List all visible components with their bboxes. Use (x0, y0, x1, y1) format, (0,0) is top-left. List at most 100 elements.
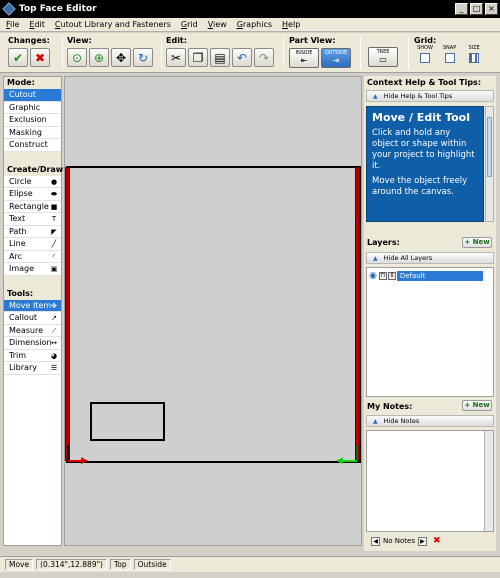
circle-label: Circle (9, 176, 32, 186)
status-face: Top (109, 559, 131, 570)
zoom-in-button[interactable]: ⊕ (89, 48, 109, 67)
new-note-button[interactable]: + New (462, 400, 492, 411)
arc-label: Arc (9, 251, 22, 261)
layer-row[interactable]: ◉ ⊓ ⇕ Default (367, 270, 493, 281)
collapse-triangle-icon: ▲ (373, 255, 378, 262)
hide-help-toggle[interactable]: ▲ Hide Help & Tool Tips (366, 90, 494, 102)
trim-label: Trim (9, 350, 27, 360)
mode-construct[interactable]: Construct (4, 139, 61, 152)
discard-changes-button[interactable]: ✖ (30, 48, 50, 67)
enter-icon: ⇤ (300, 56, 308, 65)
tool-library[interactable]: Library ☰ (4, 362, 61, 375)
accept-changes-button[interactable]: ✔ (8, 48, 28, 67)
tool-measure[interactable]: Measure ⟋ (4, 324, 61, 337)
view-group: View: ⊙ ⊕ ✥ ↻ (67, 36, 155, 67)
minimize-button[interactable]: _ (455, 3, 468, 15)
notes-area[interactable] (366, 430, 494, 532)
hide-help-label: Hide Help & Tool Tips (383, 92, 453, 100)
maximize-button[interactable]: □ (470, 3, 483, 15)
exit-icon: ⇥ (332, 56, 340, 65)
menu-graphics[interactable]: Graphics (237, 20, 272, 29)
create-rectangle[interactable]: Rectangle ■ (4, 200, 61, 213)
layers-list: ◉ ⊓ ⇕ Default (366, 267, 494, 397)
partview-label: Part View: (289, 36, 336, 45)
layer-name[interactable]: Default (396, 270, 483, 281)
outside-view-button[interactable]: OUTSIDE ⇥ (321, 48, 351, 68)
inside-view-button[interactable]: INSIDE ⇤ (289, 48, 319, 68)
notes-count-label: No Notes (383, 537, 415, 545)
rectangle-label: Rectangle (9, 201, 49, 211)
menu-grid[interactable]: Grid (181, 20, 198, 29)
design-canvas[interactable]: ▶ ◀ (64, 76, 362, 546)
zoom-fit-button[interactable]: ⊙ (67, 48, 87, 67)
create-text[interactable]: Text T (4, 213, 61, 226)
library-label: Library (9, 363, 37, 372)
hide-notes-toggle[interactable]: ▲ Hide Notes (366, 415, 494, 427)
create-path[interactable]: Path ◤ (4, 225, 61, 238)
copy-button[interactable]: ❐ (188, 48, 208, 67)
redo-button[interactable]: ↷ (254, 48, 274, 67)
tool-move-item[interactable]: Move Item ✥ (4, 299, 61, 312)
cut-button[interactable]: ✂ (166, 48, 186, 67)
delete-note-button[interactable]: ✖ (433, 536, 441, 546)
create-image[interactable]: Image ▣ (4, 263, 61, 276)
create-circle[interactable]: Circle ● (4, 175, 61, 188)
create-elipse[interactable]: Elipse ⬬ (4, 188, 61, 201)
menu-view[interactable]: View (208, 20, 227, 29)
help-heading: Move / Edit Tool (372, 111, 470, 124)
mode-masking[interactable]: Masking (4, 126, 61, 139)
new-layer-button[interactable]: + New (462, 237, 492, 248)
tool-dimension[interactable]: Dimension ↔ (4, 337, 61, 350)
hide-layers-toggle[interactable]: ▲ Hide All Layers (366, 252, 494, 264)
rectangle-cutout[interactable] (90, 402, 165, 441)
menu-edit[interactable]: Edit (29, 20, 45, 29)
paste-button[interactable]: ▤ (210, 48, 230, 67)
eye-icon[interactable]: ◉ (369, 271, 377, 281)
status-tool: Move (5, 559, 34, 570)
lock-icon[interactable]: ⊓ (378, 271, 387, 280)
create-line[interactable]: Line ╱ (4, 238, 61, 251)
edit-group: Edit: ✂ ❐ ▤ ↶ ↷ (166, 36, 276, 67)
grid-show-checkbox[interactable] (420, 53, 430, 63)
trim-icon: ◕ (50, 351, 58, 360)
tool-callout[interactable]: Callout ↗ (4, 312, 61, 325)
text-label: Text (9, 214, 26, 223)
app-icon (2, 2, 16, 16)
callout-label: Callout (9, 313, 38, 322)
panel-gap (4, 275, 61, 288)
mode-exclusion[interactable]: Exclusion (4, 114, 61, 127)
pan-button[interactable]: ✥ (111, 48, 131, 67)
mode-graphic[interactable]: Graphic (4, 101, 61, 114)
tree-group: TREE ▭ (368, 47, 400, 67)
window-title: Top Face Editor (19, 4, 97, 14)
help-scrollbar[interactable] (485, 106, 494, 222)
title-bar: Top Face Editor _ □ × (0, 0, 500, 18)
refresh-button[interactable]: ↻ (133, 48, 153, 67)
help-title: Context Help & Tool Tips: (367, 78, 482, 87)
create-arc[interactable]: Arc ◜ (4, 250, 61, 263)
tree-button[interactable]: TREE ▭ (368, 47, 398, 67)
y-axis-right (356, 445, 358, 460)
previous-note-button[interactable]: ◀ (371, 536, 380, 546)
notes-scrollbar[interactable] (484, 431, 493, 531)
grid-snap-toggle[interactable]: SNAP (439, 45, 461, 63)
help-scroll-thumb[interactable] (487, 117, 492, 177)
mode-cutout[interactable]: Cutout (4, 89, 61, 102)
grid-snap-checkbox[interactable] (444, 53, 455, 63)
menu-cutout-library[interactable]: Cutout Library and Fasteners (55, 20, 171, 29)
layer-order-icon[interactable]: ⇕ (387, 271, 396, 280)
grid-show-toggle[interactable]: SHOW (414, 45, 436, 63)
close-button[interactable]: × (485, 3, 498, 15)
check-icon: ✔ (12, 50, 24, 65)
text-icon: T (51, 215, 57, 223)
tool-trim[interactable]: Trim ◕ (4, 349, 61, 362)
left-edge-bar (65, 167, 70, 461)
x-axis-green (341, 460, 357, 462)
next-note-button[interactable]: ▶ (417, 536, 427, 546)
grid-snap-label: SNAP (442, 45, 457, 51)
menu-file[interactable]: File (6, 20, 19, 29)
x-icon: ✖ (34, 50, 46, 65)
grid-size-button[interactable]: SIZE (463, 45, 485, 63)
undo-button[interactable]: ↶ (232, 48, 252, 67)
menu-help[interactable]: Help (282, 20, 300, 29)
